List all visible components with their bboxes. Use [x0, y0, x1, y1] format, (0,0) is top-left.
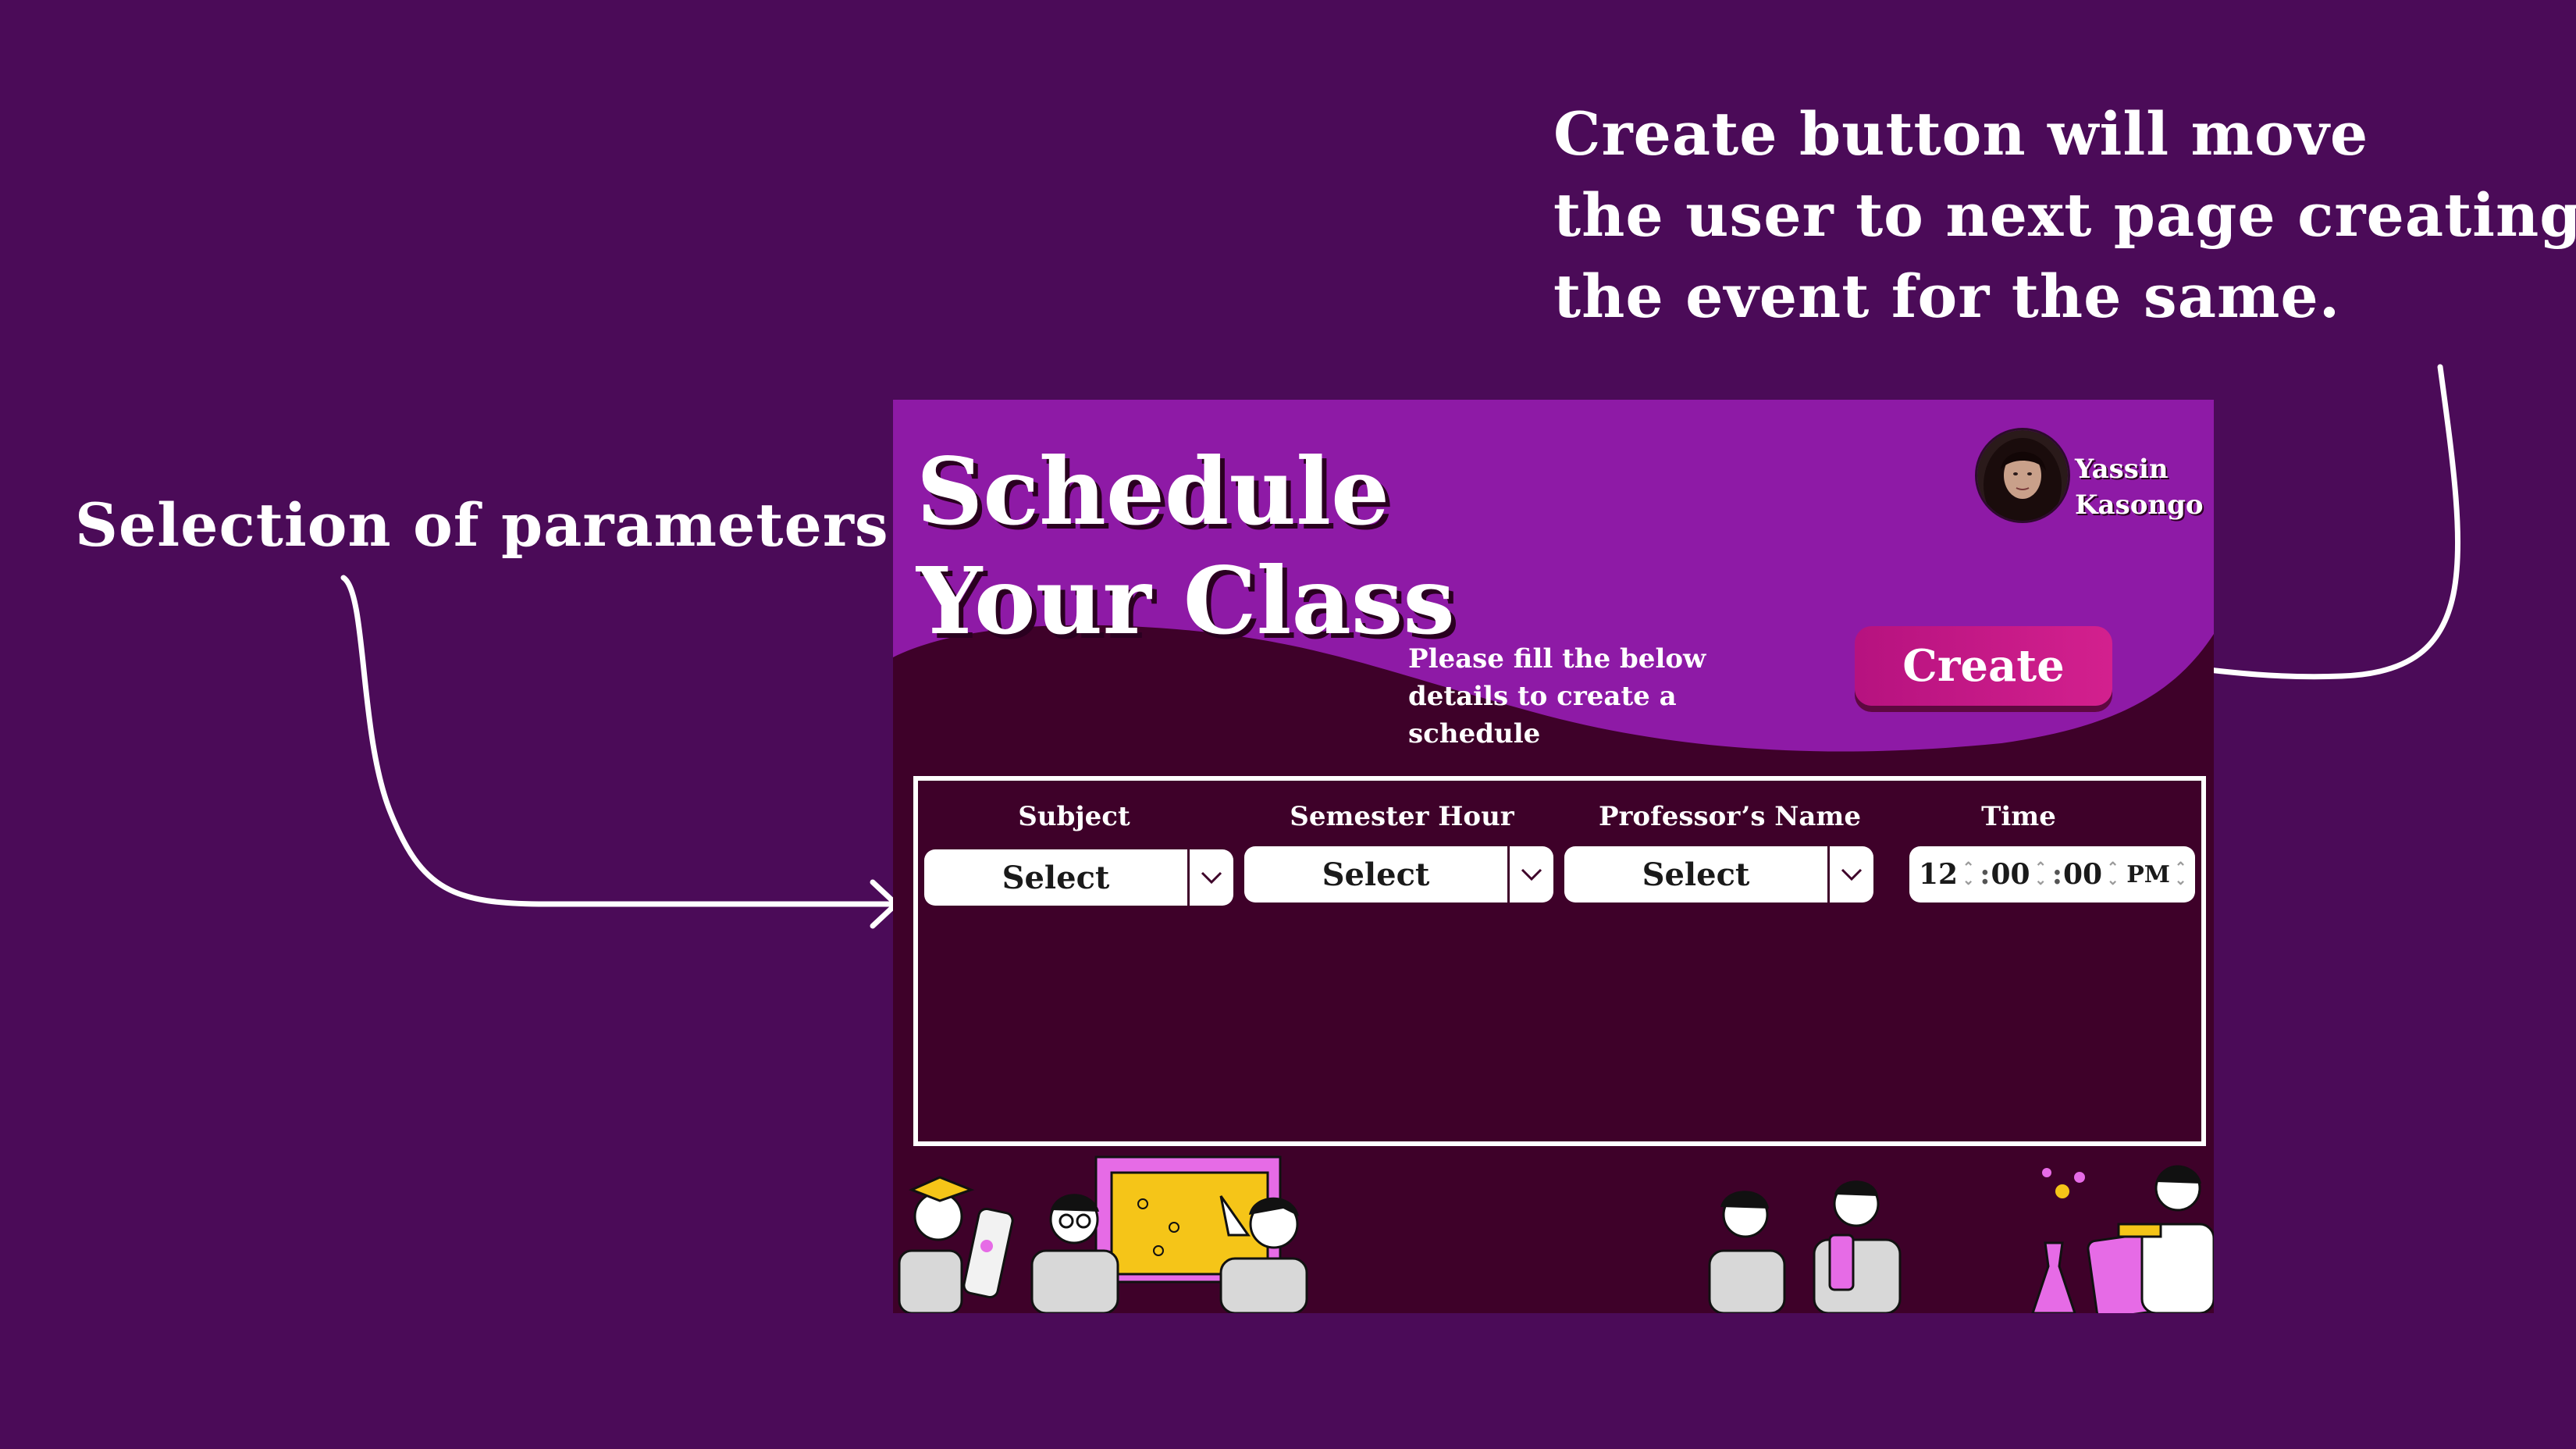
avatar[interactable]: [1975, 428, 2070, 523]
spinner-icon[interactable]: ⌃ ⌄: [1962, 861, 1974, 888]
chevron-down-icon[interactable]: [1187, 849, 1233, 906]
time-period[interactable]: PM: [2126, 861, 2170, 888]
user-name: Yassin Kasongo: [2075, 454, 2204, 521]
spinner-icon[interactable]: ⌃ ⌄: [2107, 861, 2119, 888]
students-illustration: [898, 1155, 2214, 1313]
subject-label: Subject: [1018, 801, 1130, 832]
spinner-icon[interactable]: ⌃ ⌄: [2035, 861, 2047, 888]
schedule-class-screen: Schedule Your Class Yassin Kasongo Pleas…: [893, 400, 2214, 1313]
discussion-figures: [1708, 1180, 1902, 1313]
arrow-icon: [340, 575, 893, 907]
helper-text: Please fill the below details to create …: [1408, 643, 1706, 749]
semester-hour-select[interactable]: Select: [1244, 846, 1553, 903]
schedule-form: Subject Semester Hour Professor’s Name T…: [913, 776, 2206, 1146]
graduate-figure: [898, 1176, 1014, 1313]
time-input[interactable]: 12 ⌃ ⌄ : 00 ⌃ ⌄ : 00 ⌃ ⌄ PM ⌃ ⌄: [1909, 846, 2195, 903]
subject-select[interactable]: Select: [924, 849, 1233, 906]
semester-hour-label: Semester Hour: [1290, 801, 1514, 832]
spinner-icon[interactable]: ⌃ ⌄: [2175, 861, 2186, 888]
page-title: Schedule Your Class: [916, 437, 1455, 655]
professor-name-label: Professor’s Name: [1598, 801, 1862, 832]
professor-name-select-value: Select: [1642, 856, 1750, 893]
time-minute[interactable]: 00: [1991, 858, 2030, 891]
semester-hour-select-value: Select: [1322, 856, 1430, 893]
chevron-down-icon[interactable]: [1507, 846, 1553, 903]
professor-name-select[interactable]: Select: [1564, 846, 1873, 903]
avatar-photo: [1977, 430, 2068, 521]
subject-select-value: Select: [1002, 859, 1110, 896]
scientist-figure: [2031, 1165, 2214, 1313]
time-label: Time: [1981, 801, 2056, 832]
chevron-down-icon[interactable]: [1827, 846, 1873, 903]
time-second[interactable]: 00: [2063, 858, 2102, 891]
time-hour[interactable]: 12: [1919, 858, 1958, 891]
create-button[interactable]: Create: [1855, 626, 2112, 706]
